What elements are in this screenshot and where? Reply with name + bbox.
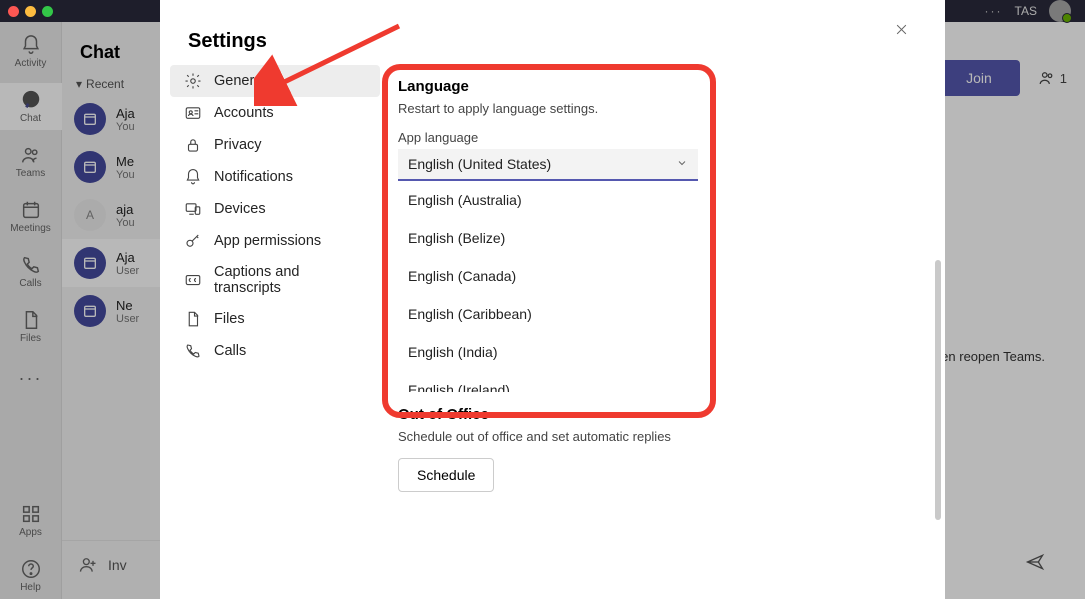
window-controls[interactable]	[8, 6, 53, 17]
settings-nav-captions[interactable]: Captions and transcripts	[170, 257, 380, 303]
settings-nav-privacy[interactable]: Privacy	[170, 129, 380, 161]
maximize-window-icon[interactable]	[42, 6, 53, 17]
phone-icon	[184, 342, 202, 360]
devices-icon	[184, 200, 202, 218]
language-option[interactable]: English (Canada)	[398, 257, 698, 295]
app-language-dropdown: English (Australia) English (Belize) Eng…	[398, 181, 698, 392]
file-icon	[184, 310, 202, 328]
language-option[interactable]: English (Ireland)	[398, 371, 698, 392]
settings-nav-app-permissions[interactable]: App permissions	[170, 225, 380, 257]
minimize-window-icon[interactable]	[25, 6, 36, 17]
settings-nav-general[interactable]: General	[170, 65, 380, 97]
captions-icon	[184, 271, 202, 289]
settings-nav-accounts[interactable]: Accounts	[170, 97, 380, 129]
settings-nav-files[interactable]: Files	[170, 303, 380, 335]
dim-overlay	[945, 0, 1085, 599]
settings-content: Language Restart to apply language setti…	[380, 14, 935, 599]
language-section-title: Language	[398, 78, 925, 95]
ooo-section-subtitle: Schedule out of office and set automatic…	[398, 429, 925, 444]
schedule-button[interactable]: Schedule	[398, 458, 494, 492]
language-section-subtitle: Restart to apply language settings.	[398, 101, 925, 116]
settings-nav-devices[interactable]: Devices	[170, 193, 380, 225]
bell-icon	[184, 168, 202, 186]
language-option[interactable]: English (Caribbean)	[398, 295, 698, 333]
dim-overlay	[0, 0, 160, 599]
chevron-down-icon	[676, 156, 688, 172]
app-language-select[interactable]: English (United States)	[398, 149, 698, 181]
settings-nav-calls[interactable]: Calls	[170, 335, 380, 367]
scrollbar[interactable]	[935, 260, 941, 520]
id-card-icon	[184, 104, 202, 122]
settings-modal: Settings General Accounts Privacy Notifi…	[160, 0, 945, 599]
ooo-section-title: Out of Office	[398, 406, 925, 423]
app-language-label: App language	[398, 130, 925, 145]
settings-nav: Settings General Accounts Privacy Notifi…	[170, 14, 380, 599]
app-language-selected-value: English (United States)	[408, 156, 551, 172]
language-option[interactable]: English (India)	[398, 333, 698, 371]
settings-title: Settings	[170, 14, 380, 65]
settings-nav-notifications[interactable]: Notifications	[170, 161, 380, 193]
language-option[interactable]: English (Belize)	[398, 219, 698, 257]
gear-icon	[184, 72, 202, 90]
key-icon	[184, 232, 202, 250]
language-option[interactable]: English (Australia)	[398, 181, 698, 219]
close-window-icon[interactable]	[8, 6, 19, 17]
lock-icon	[184, 136, 202, 154]
